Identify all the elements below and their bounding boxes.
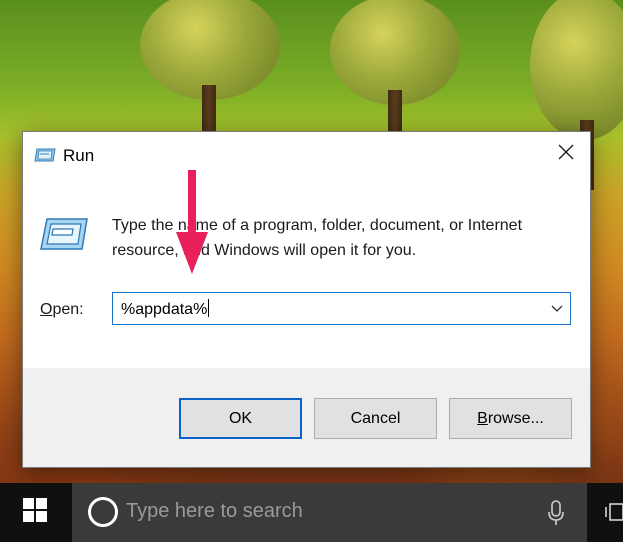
taskbar-search-box[interactable]: Type here to search bbox=[72, 483, 587, 542]
browse-label-rest: rowse... bbox=[487, 409, 544, 427]
wallpaper-tree bbox=[140, 0, 280, 140]
cortana-ring-icon bbox=[88, 497, 118, 527]
title-bar[interactable]: Run bbox=[23, 132, 590, 178]
search-placeholder: Type here to search bbox=[126, 500, 303, 522]
windows-logo-icon bbox=[23, 498, 47, 527]
close-icon bbox=[558, 144, 574, 165]
cancel-button[interactable]: Cancel bbox=[314, 398, 437, 439]
open-combobox[interactable]: %appdata% bbox=[112, 292, 571, 325]
run-icon bbox=[34, 147, 56, 163]
browse-button[interactable]: Browse... bbox=[449, 398, 572, 439]
open-label-accelerator: O bbox=[40, 301, 53, 318]
microphone-icon[interactable] bbox=[546, 499, 566, 527]
task-view-icon[interactable] bbox=[604, 501, 623, 523]
open-input-value[interactable]: %appdata% bbox=[121, 299, 210, 319]
close-button[interactable] bbox=[543, 132, 589, 176]
browse-accelerator: B bbox=[477, 409, 488, 427]
window-title: Run bbox=[63, 146, 95, 165]
taskbar: Type here to search bbox=[0, 483, 623, 542]
ok-button[interactable]: OK bbox=[179, 398, 302, 439]
open-input-text: %appdata% bbox=[121, 301, 208, 318]
start-button[interactable] bbox=[0, 483, 70, 542]
annotation-arrow bbox=[176, 170, 208, 274]
open-label-text: pen: bbox=[52, 301, 84, 318]
wallpaper-tree bbox=[330, 0, 460, 140]
open-label: Open: bbox=[40, 301, 84, 319]
text-caret bbox=[208, 299, 210, 317]
chevron-down-icon[interactable] bbox=[548, 300, 566, 318]
run-dialog: Run Type the name of a program, folder, … bbox=[22, 131, 591, 468]
run-icon bbox=[39, 216, 89, 252]
